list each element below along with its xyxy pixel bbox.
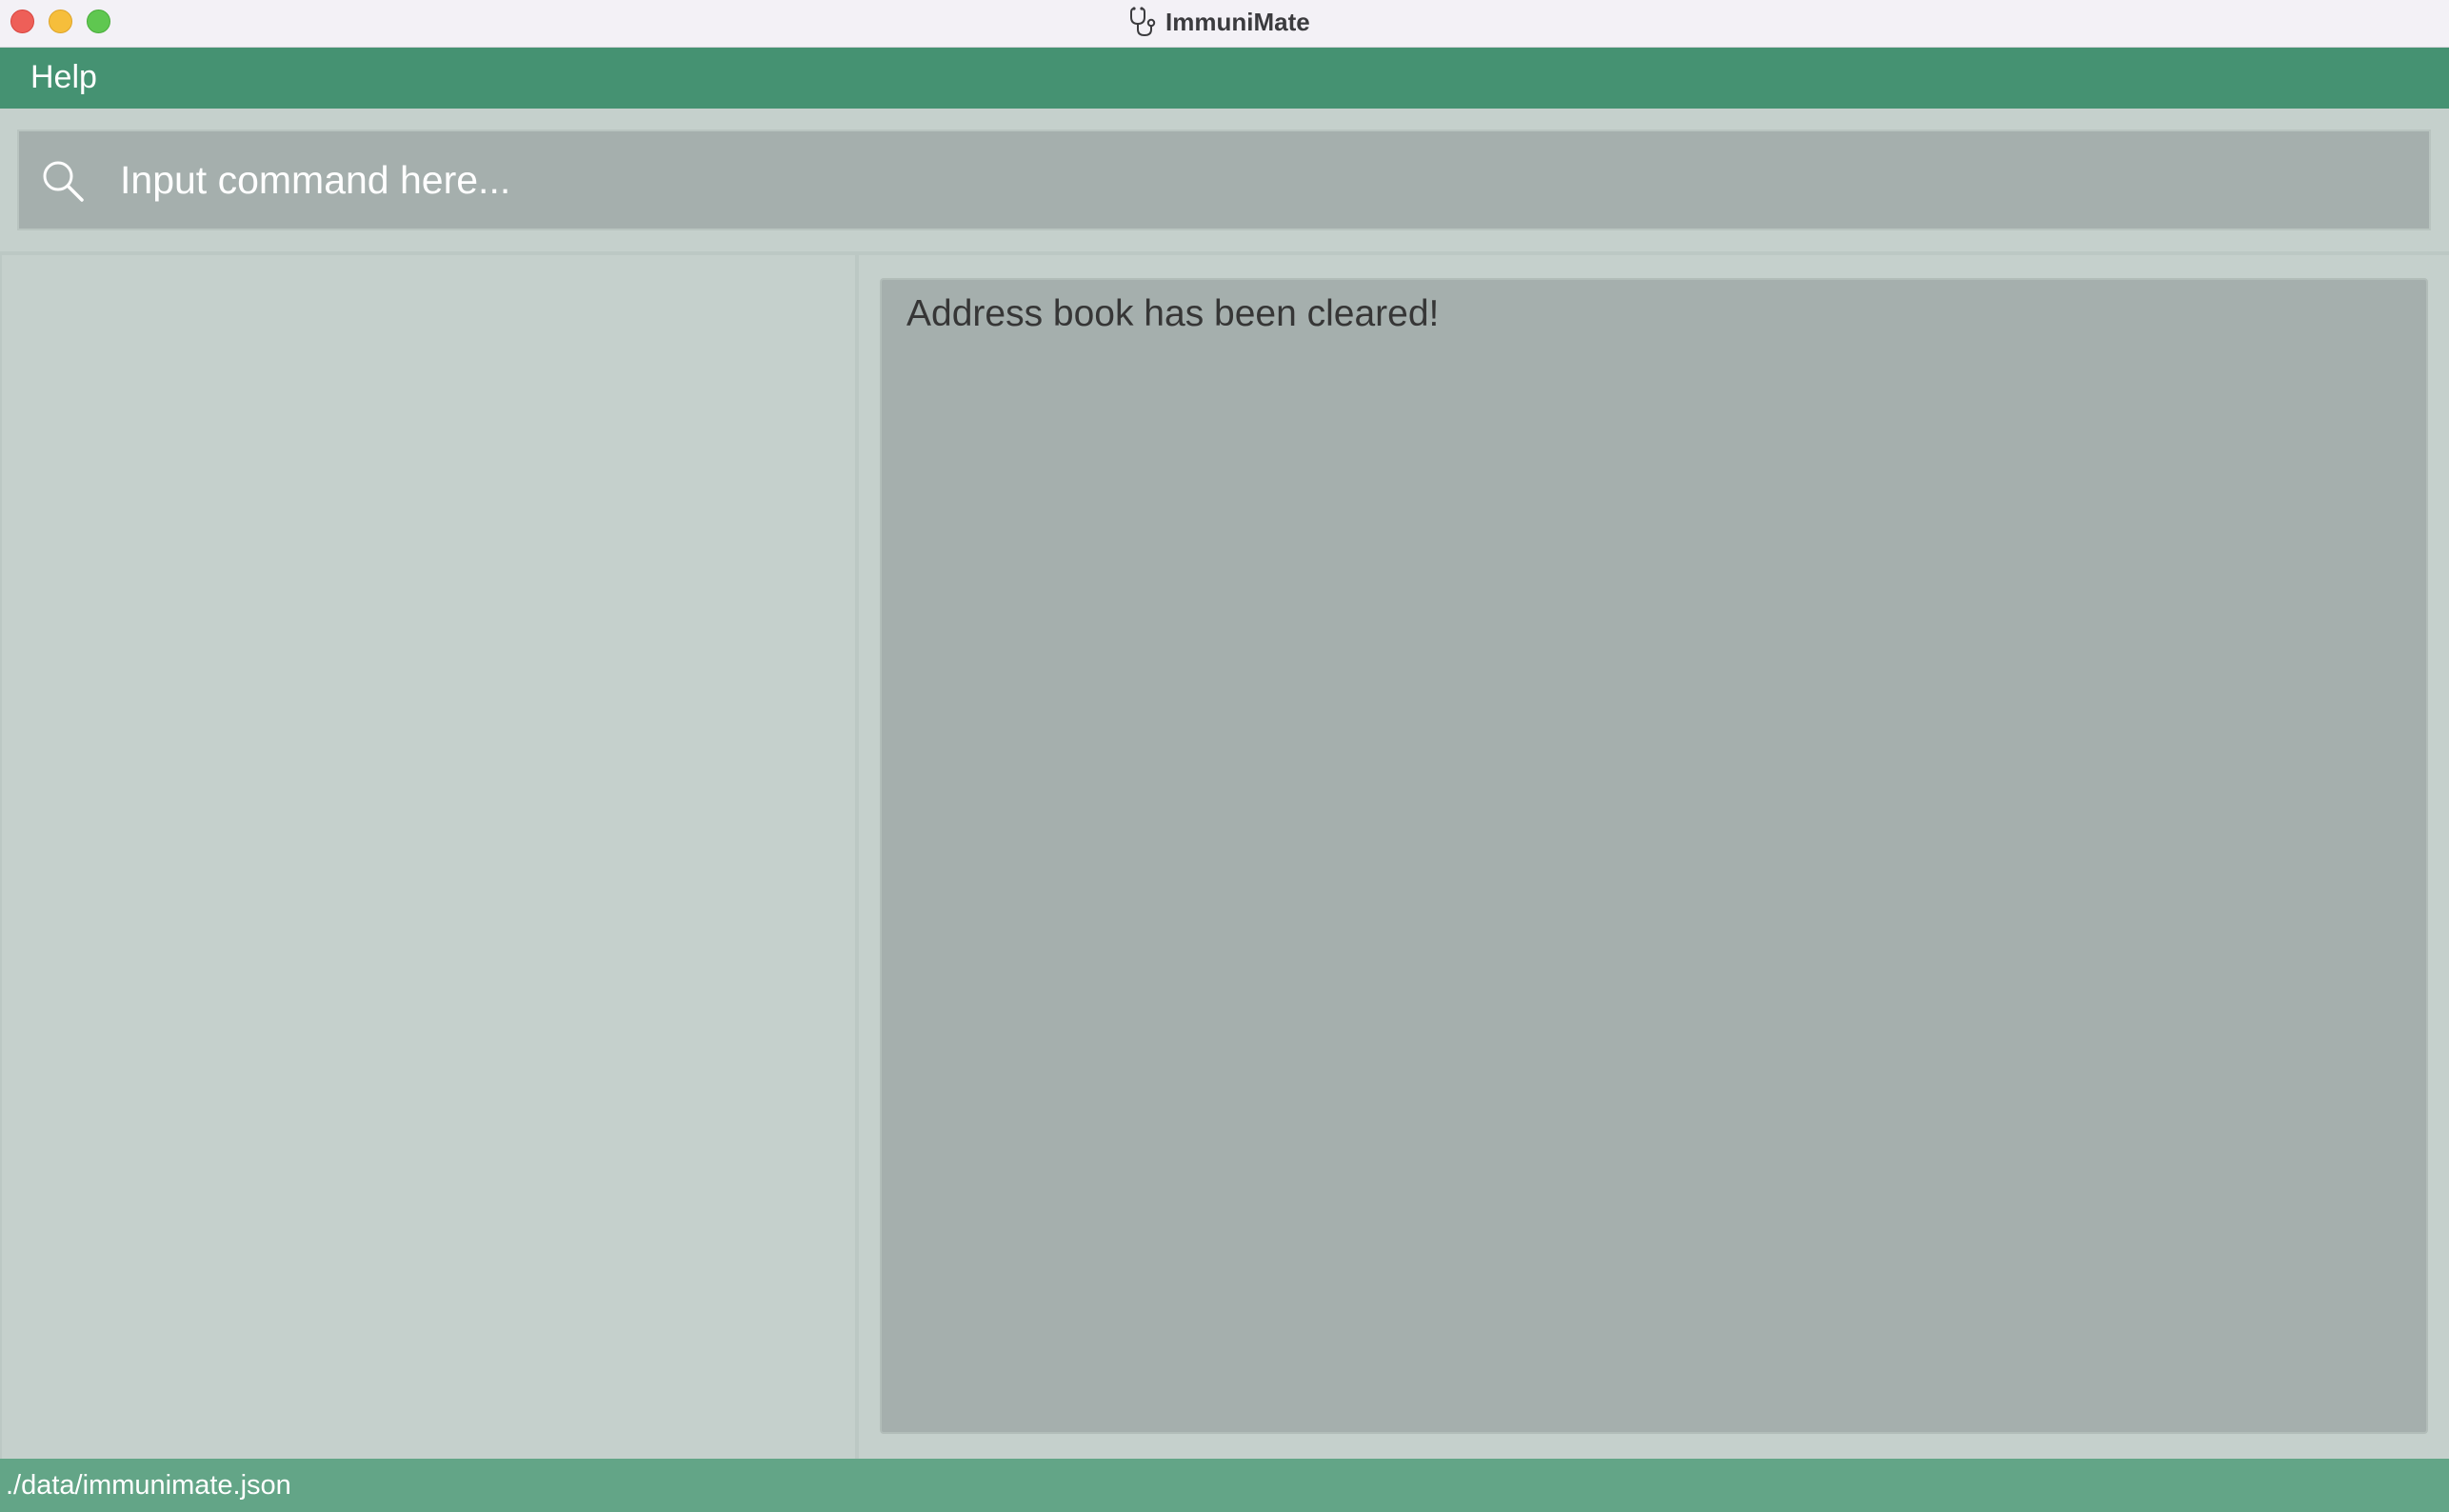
app-window: ImmuniMate Help Address book has been cl…: [0, 0, 2449, 1512]
maximize-window-button[interactable]: [87, 10, 110, 33]
window-title: ImmuniMate: [1165, 7, 1310, 36]
menu-bar: Help: [0, 48, 2449, 109]
title-bar: ImmuniMate: [0, 0, 2449, 48]
result-panel: Address book has been cleared!: [859, 255, 2449, 1459]
close-window-button[interactable]: [10, 10, 34, 33]
menu-item-help[interactable]: Help: [30, 59, 97, 96]
command-area: [0, 109, 2449, 251]
result-message: Address book has been cleared!: [906, 293, 1440, 334]
command-input[interactable]: [118, 149, 2384, 211]
minimize-window-button[interactable]: [49, 10, 72, 33]
data-file-path: ./data/immunimate.json: [6, 1470, 291, 1501]
command-box[interactable]: [17, 129, 2431, 230]
window-title-group: ImmuniMate: [1127, 4, 1310, 40]
status-bar: ./data/immunimate.json: [0, 1459, 2449, 1512]
person-list-panel[interactable]: [0, 255, 855, 1459]
search-icon: [43, 161, 84, 202]
stethoscope-icon: [1130, 7, 1156, 37]
result-display[interactable]: Address book has been cleared!: [880, 278, 2428, 1434]
